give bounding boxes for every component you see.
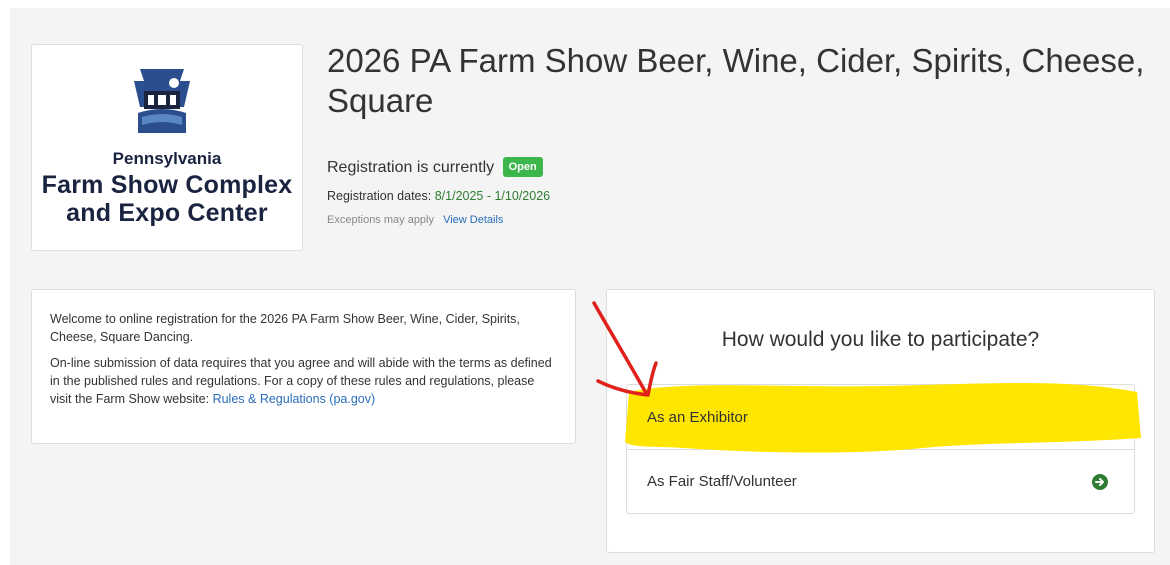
participation-panel: How would you like to participate? As an… [606, 289, 1155, 553]
farm-show-logo: Pennsylvania Farm Show Complex and Expo … [31, 44, 303, 251]
staff-volunteer-option-label: As Fair Staff/Volunteer [647, 473, 797, 490]
welcome-paragraph: Welcome to online registration for the 2… [50, 312, 520, 344]
staff-volunteer-option[interactable]: As Fair Staff/Volunteer [627, 449, 1134, 513]
registration-status-text: Registration is currently [327, 159, 495, 176]
participation-options: As an Exhibitor As Fair Staff/Volunteer [626, 384, 1135, 514]
status-badge: Open [502, 157, 543, 177]
exhibitor-option[interactable]: As an Exhibitor [627, 385, 1134, 449]
exceptions-text: Exceptions may apply [327, 214, 434, 226]
welcome-panel: Welcome to online registration for the 2… [31, 289, 576, 444]
registration-dates-value: 8/1/2025 - 1/10/2026 [434, 189, 551, 203]
view-details-link[interactable]: View Details [443, 214, 503, 226]
keystone-logo-icon [134, 69, 190, 133]
page-container: Pennsylvania Farm Show Complex and Expo … [10, 8, 1170, 565]
page-title: 2026 PA Farm Show Beer, Wine, Cider, Spi… [327, 42, 1145, 119]
exceptions-note: Exceptions may apply View Details [327, 214, 503, 226]
arrow-right-circle-icon[interactable] [1092, 409, 1108, 425]
logo-text-line-1: Pennsylvania [112, 149, 222, 168]
participation-heading: How would you like to participate? [721, 328, 1040, 351]
registration-status: Registration is currently Open [327, 157, 543, 177]
terms-paragraph: On-line submission of data requires that… [50, 354, 557, 408]
registration-dates-label: Registration dates: [327, 189, 432, 203]
logo-text-line-3: and Expo Center [66, 199, 268, 227]
registration-dates: Registration dates: 8/1/2025 - 1/10/2026 [327, 189, 550, 203]
rules-regulations-link[interactable]: Rules & Regulations (pa.gov) [213, 392, 376, 406]
arrow-right-circle-icon[interactable] [1092, 474, 1108, 490]
exhibitor-option-label: As an Exhibitor [647, 408, 748, 426]
logo-text-line-2: Farm Show Complex [41, 171, 293, 199]
